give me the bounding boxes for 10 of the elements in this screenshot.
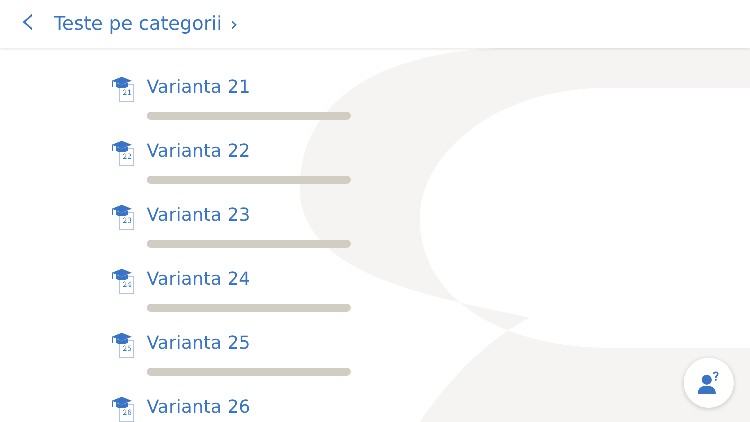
page-title: Teste pe categorii: [54, 13, 222, 35]
test-link[interactable]: Varianta 24: [147, 267, 250, 298]
back-button[interactable]: ‹: [16, 1, 40, 41]
chevron: ›: [230, 12, 238, 36]
test-link[interactable]: Varianta 22: [147, 139, 250, 170]
person-question-icon: [697, 371, 721, 395]
test-link[interactable]: Varianta 21: [147, 75, 250, 106]
test-link[interactable]: Varianta 26: [147, 395, 250, 422]
test-link[interactable]: Varianta 25: [147, 331, 250, 362]
test-link[interactable]: Varianta 23: [147, 203, 250, 234]
